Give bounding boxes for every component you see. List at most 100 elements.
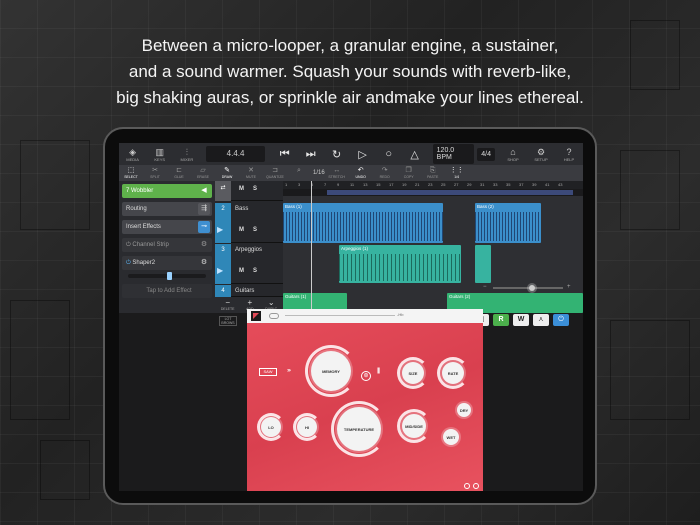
gear-icon: ⚙ xyxy=(536,146,546,157)
select-tool[interactable]: ⬚ SELECT xyxy=(119,167,143,179)
add-effect-button[interactable]: Tap to Add Effect xyxy=(122,284,212,298)
waveform-select[interactable]: SAW xyxy=(259,368,277,376)
play-track-icon[interactable]: ▶ xyxy=(217,266,223,275)
stretch-tool[interactable]: ↔ STRETCH xyxy=(325,167,349,179)
hi-knob[interactable]: HI xyxy=(297,417,317,437)
paste-icon: ⎘ xyxy=(429,167,436,174)
insert-icon: ⊸ xyxy=(198,221,210,233)
preset-icon[interactable] xyxy=(473,483,479,489)
split-tool[interactable]: ✂ SPLIT xyxy=(143,167,167,179)
fx-slot-channel-strip[interactable]: ⏻ Channel Strip ⚙ xyxy=(122,238,212,252)
zoom-slider[interactable]: − + xyxy=(483,284,583,292)
top-toolbar: ◈ MEDIA ▥ KEYS ⫶ MIXER 4.4.4 ⏮ ⏭ ↻ ▷ ○ △ 12… xyxy=(119,143,583,165)
split-icon: ✂ xyxy=(152,167,158,174)
mute-tool[interactable]: ✕ MUTE xyxy=(239,167,263,179)
arrange-view[interactable]: 1 3 5 7 9 11 13 15 17 19 21 23 25 27 29 … xyxy=(283,181,583,313)
track-number: ⇄ xyxy=(215,181,231,201)
solo-button[interactable]: S xyxy=(253,227,257,233)
redo-button[interactable]: ↷ REDO xyxy=(373,167,397,179)
zoom-knob[interactable] xyxy=(529,285,535,291)
play-icon[interactable]: ▷ xyxy=(355,148,371,161)
zoom-in-icon[interactable]: + xyxy=(567,284,571,290)
undo-button[interactable]: ↶ UNDO xyxy=(349,167,373,179)
tempo-display[interactable]: 120.0 BPM xyxy=(432,144,475,164)
record-icon[interactable]: ○ xyxy=(381,148,397,161)
loop-icon[interactable]: ↻ xyxy=(329,148,345,161)
timeline-ruler[interactable]: 1 3 5 7 9 11 13 15 17 19 21 23 25 27 29 … xyxy=(283,181,583,189)
mute-button[interactable]: M xyxy=(239,268,244,274)
shop-button[interactable]: ⌂ SHOP xyxy=(499,143,527,165)
track-header-arpeggios[interactable]: 3 Arpeggios ▶ MS xyxy=(215,244,283,284)
wet-knob[interactable]: WET xyxy=(443,429,459,445)
rewind-icon[interactable]: ⏮ xyxy=(277,148,293,161)
quantize-value[interactable]: 1/16 xyxy=(313,170,325,176)
mute-solo: MS xyxy=(239,186,257,192)
link-icon[interactable]: ⊛ xyxy=(361,371,371,381)
help-button[interactable]: ? HELP xyxy=(555,143,583,165)
effect-mix-slider[interactable] xyxy=(128,272,206,280)
loop-bar[interactable] xyxy=(283,189,583,196)
minus-icon: − xyxy=(225,298,230,307)
mute-button[interactable]: M xyxy=(239,186,244,192)
loop-region[interactable] xyxy=(327,190,573,195)
edit-icon[interactable]: ⚙ xyxy=(198,257,210,269)
mixer-button[interactable]: ⫶ MIXER xyxy=(173,143,200,165)
position-display[interactable]: 4.4.4 xyxy=(206,146,265,162)
paste-button[interactable]: ⎘ PASTE xyxy=(421,167,445,179)
zoom-tool[interactable]: ⌕ xyxy=(287,167,311,179)
clip-arpeggios-2[interactable] xyxy=(475,245,491,283)
redo-icon: ↷ xyxy=(381,167,388,174)
track-header-1[interactable]: ⇄ MS xyxy=(215,181,283,201)
read-button[interactable]: R xyxy=(493,314,509,326)
time-signature[interactable]: 4/4 xyxy=(477,147,495,161)
solo-button[interactable]: S xyxy=(253,186,257,192)
mute-button[interactable]: M xyxy=(239,227,244,233)
selected-track-header[interactable]: 7 Wobbler ◀ xyxy=(122,184,212,198)
zoom-out-icon[interactable]: − xyxy=(483,284,487,290)
clip-bass-2[interactable]: Bass (2) xyxy=(475,203,541,243)
dry-knob[interactable]: DRY xyxy=(457,403,471,417)
mid-side-knob[interactable]: MID/SIDE xyxy=(402,414,426,438)
headline: Between a micro-looper, a granular engin… xyxy=(0,33,700,111)
solo-button[interactable]: S xyxy=(253,268,257,274)
memory-knob[interactable]: MEMORY xyxy=(311,351,351,391)
forward-icon[interactable]: ⏭ xyxy=(303,148,319,161)
power-icon[interactable]: ⏻ xyxy=(126,260,131,266)
play-track-icon[interactable]: ▶ xyxy=(217,225,223,234)
rate-knob[interactable]: RATE xyxy=(442,362,464,384)
track-header-bass[interactable]: 2 Bass ▶ MS xyxy=(215,203,283,243)
track-header-guitars[interactable]: 4 Guitars xyxy=(215,285,283,297)
bars-icon: |||| xyxy=(377,368,380,374)
setup-button[interactable]: ⚙ SETUP xyxy=(527,143,555,165)
lo-knob[interactable]: LO xyxy=(261,417,281,437)
help-icon: ? xyxy=(566,146,572,157)
grid-button[interactable]: ⋮⋮ 1/4 xyxy=(445,167,469,179)
automation-icon[interactable]: ⋏ xyxy=(533,314,549,326)
input-slider[interactable] xyxy=(285,315,395,316)
routing-button[interactable]: Routing ⇶ xyxy=(122,202,212,216)
slider-handle[interactable] xyxy=(167,272,172,280)
edit-icon[interactable]: ⚙ xyxy=(198,239,210,251)
draw-tool[interactable]: ✎ DRAW xyxy=(215,167,239,179)
settings-icon[interactable] xyxy=(464,483,470,489)
insert-effects-button[interactable]: Insert Effects ⊸ xyxy=(122,220,212,234)
keys-button[interactable]: ▥ KEYS xyxy=(146,143,173,165)
collapse-icon[interactable]: ◀ xyxy=(198,185,210,197)
copy-button[interactable]: ❐ COPY xyxy=(397,167,421,179)
metronome-icon[interactable]: △ xyxy=(407,148,423,161)
glue-tool[interactable]: ⊏ GLUE xyxy=(167,167,191,179)
fx-slot-shaper[interactable]: ⏻ Shaper2 ⚙ xyxy=(122,256,212,270)
playhead[interactable] xyxy=(311,181,312,313)
size-knob[interactable]: SIZE xyxy=(402,362,424,384)
power-icon[interactable]: ⏻ xyxy=(126,242,131,248)
lot-browser-button[interactable]: LOT BROWS xyxy=(219,316,237,326)
media-button[interactable]: ◈ MEDIA xyxy=(119,143,146,165)
clip-bass-1[interactable]: Bass (1) xyxy=(283,203,443,243)
power-icon[interactable]: ⏻ xyxy=(553,314,569,326)
erase-tool[interactable]: ▱ ERASE xyxy=(191,167,215,179)
clip-arpeggios-1[interactable]: Arpeggios (1) xyxy=(339,245,461,283)
write-button[interactable]: W xyxy=(513,314,529,326)
quantize-tool[interactable]: ⊐ QUANTIZE xyxy=(263,167,287,179)
delete-button[interactable]: − DELETE xyxy=(221,298,235,312)
temperature-knob[interactable]: TEMPERATURE xyxy=(337,407,381,451)
